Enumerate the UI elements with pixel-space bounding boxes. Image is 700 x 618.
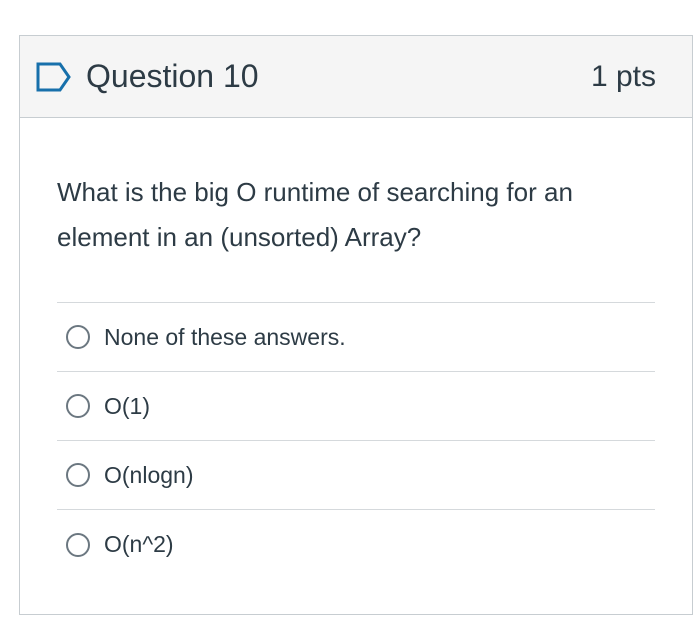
- answer-option[interactable]: O(n^2): [57, 510, 655, 579]
- answer-option[interactable]: O(1): [57, 372, 655, 441]
- answer-label[interactable]: None of these answers.: [104, 324, 346, 351]
- question-card: Question 10 1 pts What is the big O runt…: [19, 35, 693, 615]
- radio-button[interactable]: [66, 463, 90, 487]
- answer-option[interactable]: None of these answers.: [57, 303, 655, 372]
- question-text: What is the big O runtime of searching f…: [57, 177, 573, 252]
- question-header: Question 10 1 pts: [20, 36, 692, 118]
- answer-label[interactable]: O(1): [104, 393, 150, 420]
- radio-button[interactable]: [66, 532, 90, 557]
- answer-label[interactable]: O(n^2): [104, 531, 174, 558]
- flag-outline-icon[interactable]: [34, 61, 74, 93]
- question-points: 1 pts: [590, 59, 656, 93]
- radio-button[interactable]: [66, 394, 90, 418]
- radio-button[interactable]: [66, 325, 90, 349]
- answer-list: None of these answers. O(1) O(nlogn) O(n…: [57, 302, 655, 579]
- answer-option[interactable]: O(nlogn): [57, 441, 655, 510]
- question-body: What is the big O runtime of searching f…: [20, 118, 692, 579]
- answer-label[interactable]: O(nlogn): [104, 462, 193, 489]
- question-title: Question 10: [86, 58, 259, 94]
